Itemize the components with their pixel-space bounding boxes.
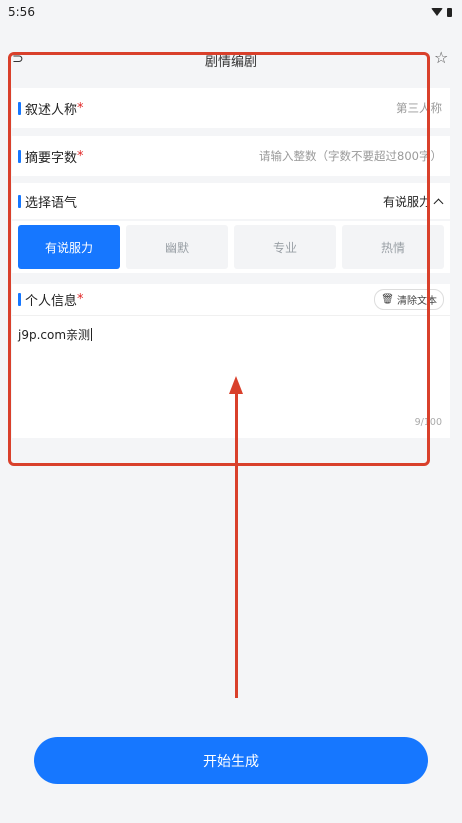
- narration-row[interactable]: 叙述人称 * 第三人称: [12, 88, 450, 128]
- char-counter: 9/100: [414, 417, 442, 428]
- required-mark: *: [77, 100, 84, 116]
- personal-info-label: 个人信息 *: [18, 290, 84, 309]
- page-title: 剧情编剧: [204, 54, 257, 70]
- required-mark: *: [77, 292, 84, 307]
- narration-label: 叙述人称 *: [18, 99, 84, 118]
- tone-options: 有说服力 幽默 专业 热情: [12, 221, 450, 273]
- tone-row[interactable]: 选择语气 有说服力: [12, 183, 450, 219]
- personal-info-header: 个人信息 * 🗑 清除文本: [12, 284, 450, 316]
- personal-info-card: 个人信息 * 🗑 清除文本 j9p.com亲测 9/100: [12, 284, 450, 438]
- start-generate-button[interactable]: 开始生成: [34, 737, 428, 784]
- annotation-arrow-head: [229, 376, 243, 394]
- status-bar: 5:56: [0, 0, 462, 24]
- clear-text-button[interactable]: 🗑 清除文本: [374, 289, 444, 310]
- narration-value[interactable]: 第三人称: [396, 100, 442, 116]
- tone-option-professional[interactable]: 专业: [234, 225, 336, 269]
- status-icons: [431, 7, 452, 17]
- summary-label: 摘要字数 *: [18, 147, 84, 166]
- star-icon[interactable]: ☆: [434, 49, 452, 67]
- tone-option-enthusiastic[interactable]: 热情: [342, 225, 444, 269]
- back-icon[interactable]: ⊃: [12, 50, 30, 68]
- trash-icon: 🗑: [381, 294, 394, 305]
- battery-icon: [447, 7, 452, 17]
- tone-option-humorous[interactable]: 幽默: [126, 225, 228, 269]
- tone-option-persuasive[interactable]: 有说服力: [18, 225, 120, 269]
- personal-info-textarea[interactable]: j9p.com亲测: [12, 316, 450, 343]
- tone-label: 选择语气: [18, 192, 77, 211]
- chevron-up-icon: [433, 198, 444, 208]
- required-mark: *: [77, 148, 84, 164]
- annotation-arrow-line: [235, 390, 238, 698]
- label-marker: [18, 293, 21, 306]
- label-marker: [18, 194, 21, 208]
- summary-input[interactable]: 请输入整数（字数不要超过800字）: [259, 148, 442, 164]
- tone-selected[interactable]: 有说服力: [383, 193, 444, 210]
- status-time: 5:56: [8, 5, 35, 19]
- label-marker: [18, 101, 21, 115]
- app-header: ⊃ 剧情编剧 ☆: [0, 44, 462, 76]
- wifi-icon: [431, 8, 443, 16]
- screen: 5:56 ⊃ 剧情编剧 ☆ 叙述人称 * 第三人称 摘要字数 * 请输入整数（字…: [0, 0, 462, 823]
- summary-row[interactable]: 摘要字数 * 请输入整数（字数不要超过800字）: [12, 136, 450, 176]
- label-marker: [18, 149, 21, 163]
- text-caret: [91, 328, 93, 341]
